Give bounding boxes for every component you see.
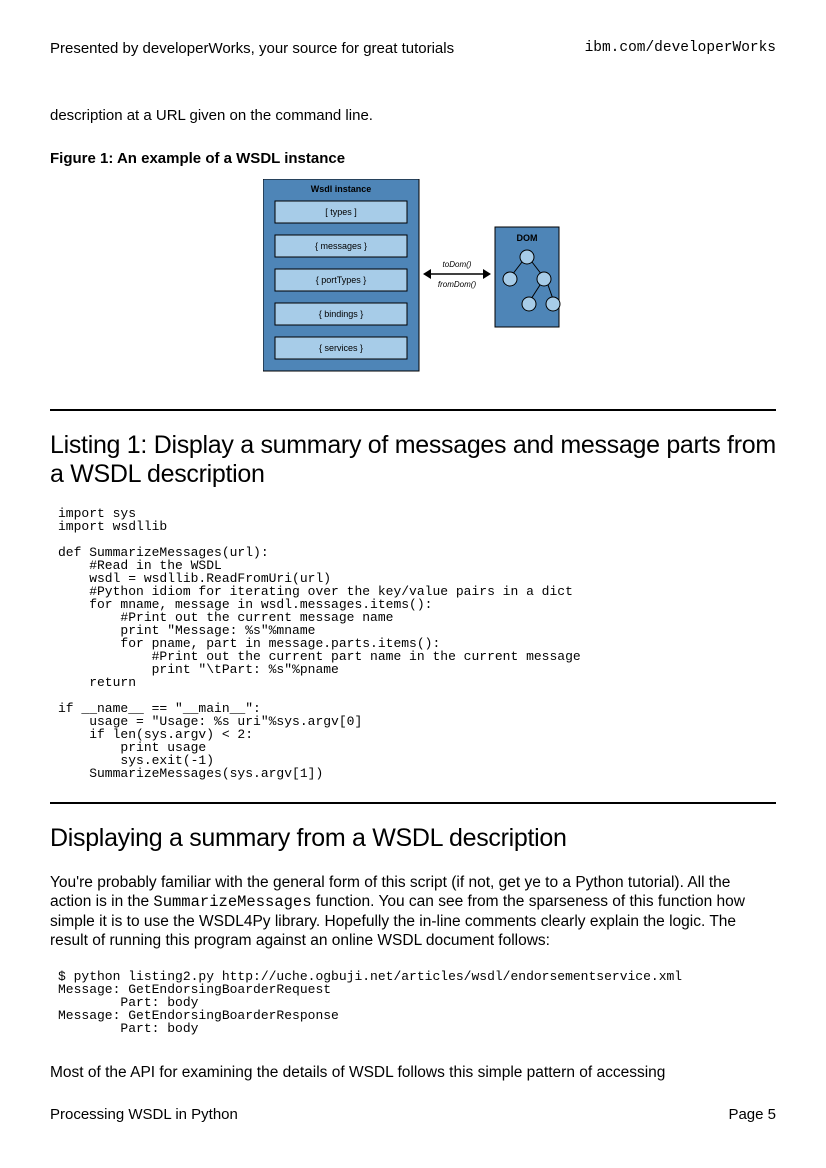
footer-right: Page 5 (728, 1106, 776, 1123)
panel-item: { messages } (315, 241, 367, 251)
panel-item: { bindings } (319, 309, 364, 319)
arrow-label-bottom: fromDom() (438, 280, 477, 289)
divider (50, 802, 776, 804)
page-header: Presented by developerWorks, your source… (50, 40, 776, 57)
body-paragraph-2: Most of the API for examining the detail… (50, 1063, 776, 1082)
body-paragraph-1: You're probably familiar with the genera… (50, 873, 776, 950)
divider (50, 409, 776, 411)
panel-item: [ types ] (325, 207, 357, 217)
arrow-label-top: toDom() (443, 260, 472, 269)
header-left: Presented by developerWorks, your source… (50, 40, 454, 57)
para1-mono: SummarizeMessages (153, 893, 311, 911)
dom-label: DOM (517, 233, 538, 243)
output-block: $ python listing2.py http://uche.ogbuji.… (58, 970, 776, 1035)
footer-left: Processing WSDL in Python (50, 1106, 238, 1123)
page-footer: Processing WSDL in Python Page 5 (50, 1106, 776, 1123)
panel-item: { services } (319, 343, 363, 353)
panel-title: Wsdl instance (311, 184, 372, 194)
figure-diagram: Wsdl instance [ types ] { messages } { p… (50, 179, 776, 379)
intro-fragment: description at a URL given on the comman… (50, 107, 776, 124)
listing1-code: import sys import wsdllib def SummarizeM… (58, 507, 776, 780)
figure-caption: Figure 1: An example of a WSDL instance (50, 150, 776, 167)
panel-item: { portTypes } (316, 275, 367, 285)
section2-title: Displaying a summary from a WSDL descrip… (50, 824, 776, 853)
wsdl-diagram-svg: Wsdl instance [ types ] { messages } { p… (263, 179, 563, 379)
header-right: ibm.com/developerWorks (585, 40, 776, 57)
listing1-title: Listing 1: Display a summary of messages… (50, 431, 776, 489)
